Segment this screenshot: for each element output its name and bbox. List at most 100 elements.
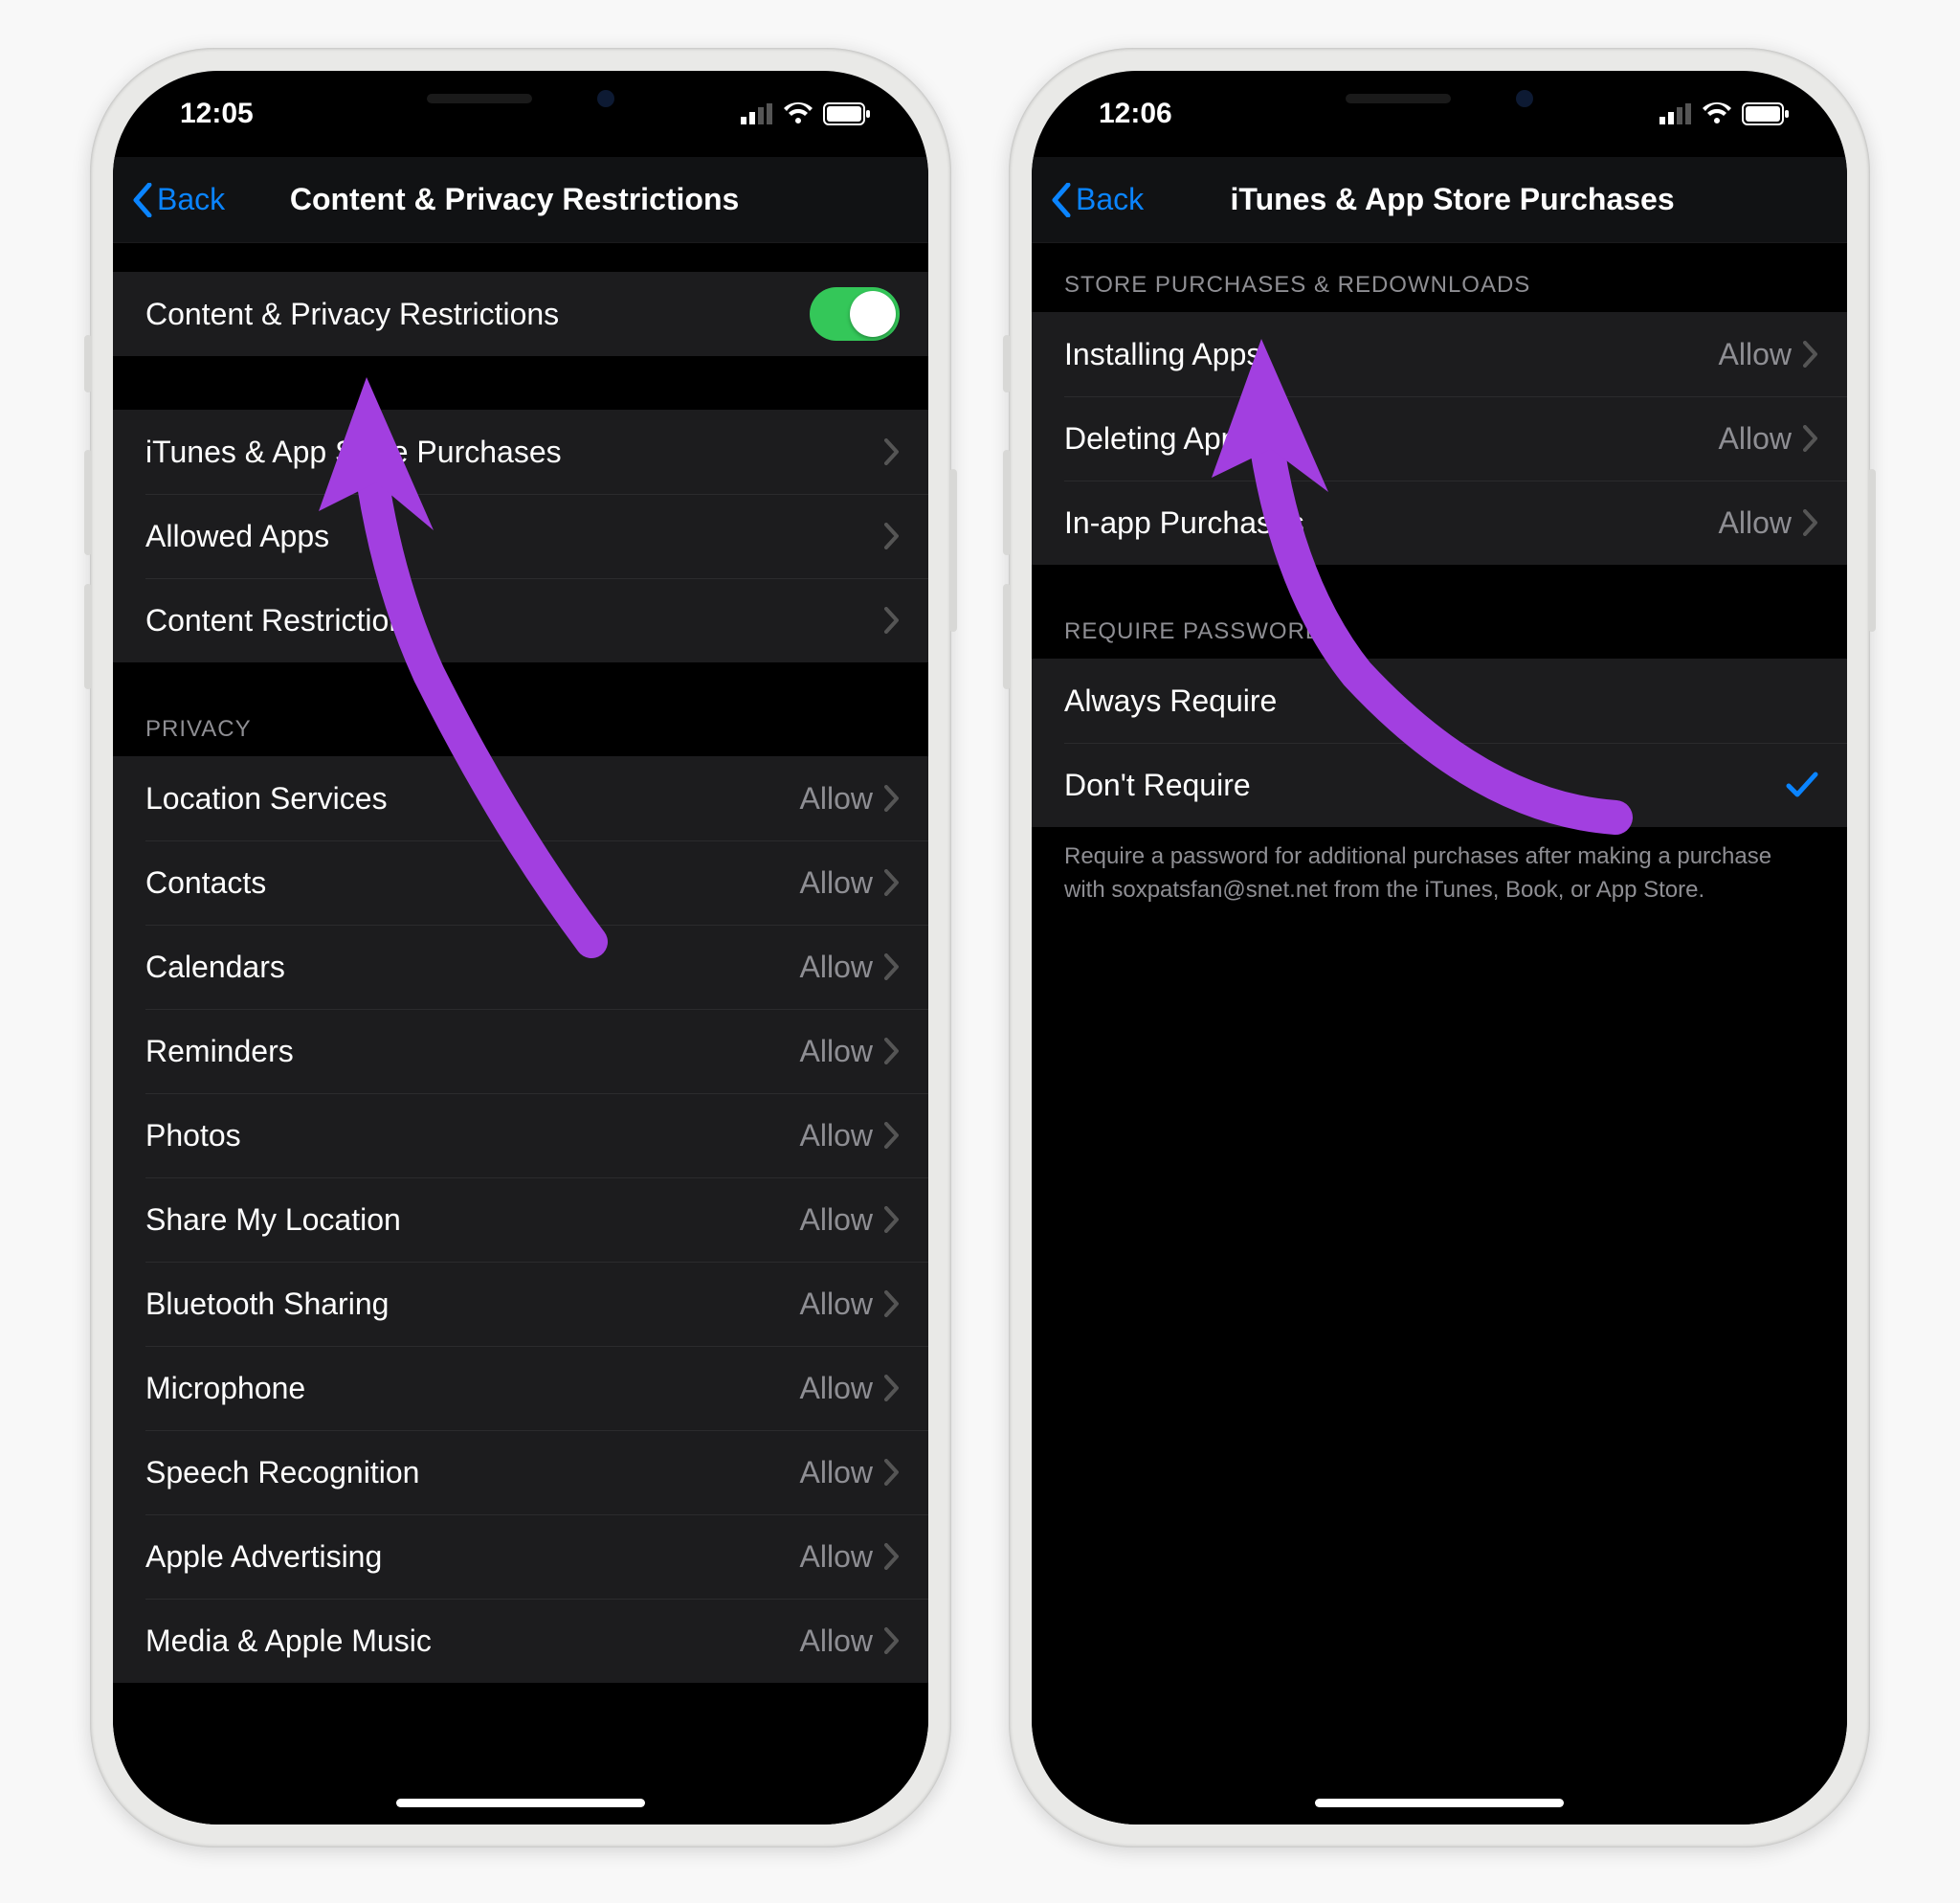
content-area[interactable]: STORE PURCHASES & REDOWNLOADS Installing… [1032, 243, 1847, 1825]
cell-label: Don't Require [1064, 768, 1786, 803]
cell-label: Deleting Apps [1064, 421, 1719, 457]
privacy-header: PRIVACY [113, 716, 928, 756]
chevron-right-icon [884, 1375, 900, 1401]
screen-right: 12:06 Back iTunes & App Store Purchases … [1032, 71, 1847, 1825]
cell-label: Installing Apps [1064, 337, 1719, 372]
notch [1253, 71, 1626, 126]
cell-label: In-app Purchases [1064, 505, 1719, 541]
chevron-left-icon [1051, 183, 1072, 217]
chevron-right-icon [884, 1290, 900, 1317]
content-area[interactable]: Content & Privacy Restrictions iTunes & … [113, 243, 928, 1825]
chevron-right-icon [884, 438, 900, 465]
volume-down-button [1003, 584, 1011, 689]
speaker [1346, 94, 1451, 103]
chevron-right-icon [884, 785, 900, 812]
screen-left: 12:05 Back Content & Privacy Restriction… [113, 71, 928, 1825]
chevron-right-icon [1803, 425, 1818, 452]
power-button [949, 469, 957, 632]
password-footer: Require a password for additional purcha… [1032, 827, 1847, 907]
wifi-icon [783, 102, 813, 125]
cell-label: Calendars [145, 950, 800, 985]
privacy-row[interactable]: PhotosAllow [113, 1093, 928, 1177]
battery-icon [1742, 102, 1790, 125]
main-rows-group: iTunes & App Store Purchases Allowed App… [113, 410, 928, 662]
chevron-right-icon [884, 1206, 900, 1233]
cell-label: Microphone [145, 1371, 800, 1406]
privacy-row[interactable]: ContactsAllow [113, 840, 928, 925]
chevron-right-icon [884, 1543, 900, 1570]
chevron-right-icon [1803, 509, 1818, 536]
cell-label: Speech Recognition [145, 1455, 800, 1490]
silence-switch [1003, 335, 1011, 392]
page-title: iTunes & App Store Purchases [1077, 182, 1828, 217]
status-time: 12:06 [1099, 98, 1172, 130]
privacy-row[interactable]: Speech RecognitionAllow [113, 1430, 928, 1514]
privacy-row[interactable]: Apple AdvertisingAllow [113, 1514, 928, 1599]
chevron-right-icon [884, 523, 900, 549]
cell-value: Allow [800, 1623, 873, 1659]
nav-bar: Back iTunes & App Store Purchases [1032, 157, 1847, 243]
content-privacy-toggle-row[interactable]: Content & Privacy Restrictions [113, 272, 928, 356]
nav-bar: Back Content & Privacy Restrictions [113, 157, 928, 243]
home-indicator[interactable] [1315, 1799, 1564, 1807]
phone-frame-right: 12:06 Back iTunes & App Store Purchases … [1009, 48, 1870, 1847]
always-require-row[interactable]: Always Require [1032, 659, 1847, 743]
cell-value: Allow [800, 1371, 873, 1406]
front-camera [1516, 90, 1533, 107]
privacy-row[interactable]: Media & Apple MusicAllow [113, 1599, 928, 1683]
password-group: REQUIRE PASSWORD Always Require Don't Re… [1032, 618, 1847, 907]
inapp-purchases-row[interactable]: In-app Purchases Allow [1032, 481, 1847, 565]
toggle-switch-on[interactable] [810, 287, 900, 341]
content-restrictions-row[interactable]: Content Restrictions [113, 578, 928, 662]
phone-frame-left: 12:05 Back Content & Privacy Restriction… [90, 48, 951, 1847]
cell-label: Bluetooth Sharing [145, 1287, 800, 1322]
cell-value: Allow [1719, 337, 1792, 372]
password-header: REQUIRE PASSWORD [1032, 618, 1847, 659]
chevron-right-icon [1803, 341, 1818, 368]
privacy-row[interactable]: Share My LocationAllow [113, 1177, 928, 1262]
cell-label: Content Restrictions [145, 603, 884, 638]
itunes-appstore-row[interactable]: iTunes & App Store Purchases [113, 410, 928, 494]
speaker [427, 94, 532, 103]
cell-label: Content & Privacy Restrictions [145, 297, 810, 332]
page-title: Content & Privacy Restrictions [120, 182, 909, 217]
volume-up-button [1003, 450, 1011, 555]
privacy-row[interactable]: MicrophoneAllow [113, 1346, 928, 1430]
cell-value: Allow [800, 1455, 873, 1490]
cellular-icon [1659, 103, 1692, 124]
cell-value: Allow [800, 781, 873, 817]
allowed-apps-row[interactable]: Allowed Apps [113, 494, 928, 578]
home-indicator[interactable] [396, 1799, 645, 1807]
chevron-right-icon [884, 1627, 900, 1654]
cell-label: Media & Apple Music [145, 1623, 800, 1659]
deleting-apps-row[interactable]: Deleting Apps Allow [1032, 396, 1847, 481]
cell-label: Apple Advertising [145, 1539, 800, 1575]
status-right [1659, 102, 1790, 125]
store-group: STORE PURCHASES & REDOWNLOADS Installing… [1032, 272, 1847, 565]
privacy-row[interactable]: RemindersAllow [113, 1009, 928, 1093]
cell-value: Allow [800, 1118, 873, 1153]
privacy-group: PRIVACY Location ServicesAllowContactsAl… [113, 716, 928, 1683]
wifi-icon [1702, 102, 1732, 125]
volume-up-button [84, 450, 92, 555]
notch [334, 71, 707, 126]
cell-label: iTunes & App Store Purchases [145, 435, 884, 470]
cell-label: Location Services [145, 781, 800, 817]
battery-icon [823, 102, 871, 125]
chevron-right-icon [884, 1038, 900, 1064]
cell-value: Allow [1719, 505, 1792, 541]
cell-value: Allow [800, 1539, 873, 1575]
silence-switch [84, 335, 92, 392]
dont-require-row[interactable]: Don't Require [1032, 743, 1847, 827]
toggle-group: Content & Privacy Restrictions [113, 272, 928, 356]
front-camera [597, 90, 614, 107]
chevron-right-icon [884, 953, 900, 980]
installing-apps-row[interactable]: Installing Apps Allow [1032, 312, 1847, 396]
cell-value: Allow [800, 1202, 873, 1238]
privacy-row[interactable]: CalendarsAllow [113, 925, 928, 1009]
cell-label: Always Require [1064, 683, 1818, 719]
privacy-row[interactable]: Location ServicesAllow [113, 756, 928, 840]
power-button [1868, 469, 1876, 632]
privacy-row[interactable]: Bluetooth SharingAllow [113, 1262, 928, 1346]
volume-down-button [84, 584, 92, 689]
